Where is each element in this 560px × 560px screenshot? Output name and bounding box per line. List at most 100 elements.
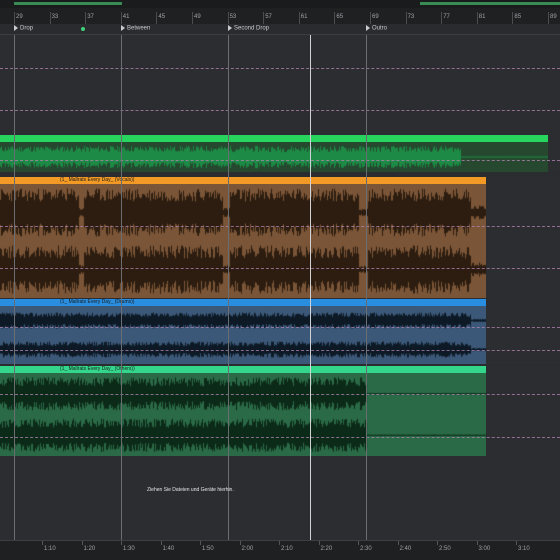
bar-number: 41 (122, 14, 130, 20)
locator-label: Between (127, 25, 151, 32)
time-tick (160, 541, 162, 545)
bar-number: 73 (407, 14, 415, 20)
track-1-lane-remainder (548, 135, 560, 172)
track-3-lane-remainder (486, 299, 560, 364)
playback-start-icon[interactable] (81, 27, 85, 31)
bar-tick (476, 12, 478, 24)
time-label: 1:20 (83, 546, 96, 552)
bar-number: 33 (51, 14, 59, 20)
time-tick (239, 541, 241, 545)
bar-tick (370, 12, 371, 24)
waveform (0, 306, 486, 364)
bar-number: 65 (336, 14, 344, 20)
locator-outro[interactable]: Outro (366, 25, 387, 32)
time-label: 2:00 (241, 546, 254, 552)
time-label: 1:30 (123, 546, 135, 552)
locator-between[interactable]: Between (121, 25, 150, 32)
time-label: 3:10 (518, 546, 530, 552)
locator-line-between (121, 35, 122, 540)
bar-number: 85 (514, 14, 522, 20)
empty-lane-bottom[interactable] (0, 456, 560, 540)
track-4-lane-remainder (486, 366, 560, 456)
clip-name: (1_ Mallrats Every Day_ (Others)) (60, 366, 135, 372)
arrangement-view: 29 33 37 41 45 49 53 57 61 65 69 73 77 81 85 89 Drop Be… (0, 0, 560, 560)
locator-flag-icon (228, 25, 232, 31)
automation-line (0, 68, 560, 69)
time-label: 2:20 (320, 546, 333, 552)
automation-line (0, 350, 560, 351)
bar-number: 37 (87, 14, 94, 20)
locator-lane[interactable]: Drop Between Second Drop Outro (0, 24, 560, 35)
track-2-lane-remainder (486, 177, 560, 298)
waveform (0, 142, 548, 172)
time-label: 3:00 (478, 546, 491, 552)
bar-tick (49, 12, 51, 24)
time-tick (397, 541, 399, 545)
automation-line (0, 394, 560, 395)
locator-label: Outro (372, 25, 388, 32)
time-label: 2:40 (399, 546, 412, 552)
time-tick (200, 541, 201, 545)
bar-number: 29 (16, 14, 23, 20)
loop-bar[interactable] (0, 0, 560, 8)
automation-line (0, 160, 560, 161)
time-tick (121, 541, 122, 545)
clip-header-track-4[interactable]: (1_ Mallrats Every Day_ (Others)) (0, 366, 486, 373)
locator-label: Drop (20, 25, 34, 32)
time-label: 2:50 (439, 546, 451, 552)
automation-line (0, 327, 560, 328)
drop-files-hint: Ziehen Sie Dateien und Geräte hierhin. (147, 487, 234, 493)
automation-line (0, 437, 560, 438)
clip-header-track-1[interactable] (0, 135, 548, 142)
clip-name: (1_ Mallrats Every Day_ (Vocals)) (60, 177, 135, 183)
empty-lane-top[interactable] (0, 35, 560, 135)
time-tick (279, 541, 280, 545)
locator-line-drop (14, 35, 15, 540)
time-label: 1:50 (202, 546, 214, 552)
bar-tick (156, 12, 158, 24)
clip-header-track-2[interactable]: (1_ Mallrats Every Day_ (Vocals)) (0, 177, 486, 184)
time-ruler[interactable]: 1:10 1:20 1:30 1:40 1:50 2:00 2:10 2:20 2:30 2:40… (0, 540, 560, 560)
bar-number: 81 (478, 14, 486, 20)
bar-number: 89 (550, 14, 557, 20)
time-tick (516, 541, 517, 545)
time-tick (81, 541, 83, 545)
locator-drop[interactable]: Drop (14, 25, 33, 32)
automation-line (0, 110, 560, 111)
bar-tick (263, 12, 265, 24)
locator-second-drop[interactable]: Second Drop (228, 25, 269, 32)
clip-header-track-3[interactable]: (1_ Mallrats Every Day_ (Drums)) (0, 299, 486, 306)
bar-number: 45 (158, 14, 166, 20)
bar-number: 57 (265, 14, 272, 20)
time-tick (42, 541, 43, 545)
automation-line (0, 268, 560, 269)
bar-tick (548, 12, 549, 24)
time-label: 1:10 (44, 546, 56, 552)
clip-name: (1_ Mallrats Every Day_ (Drums)) (60, 299, 135, 305)
bar-tick (120, 12, 122, 24)
time-tick (437, 541, 438, 545)
clip-track-4[interactable] (0, 373, 486, 456)
locator-line-outro (366, 35, 367, 540)
time-label: 1:40 (162, 546, 175, 552)
bar-tick (298, 12, 300, 24)
bar-tick (441, 12, 443, 24)
bar-tick (14, 12, 15, 24)
time-label: 2:10 (281, 546, 293, 552)
bar-tick (334, 12, 336, 24)
time-tick (358, 541, 359, 545)
bar-ruler[interactable]: 29 33 37 41 45 49 53 57 61 65 69 73 77 81 85 89 (0, 0, 560, 25)
clip-track-3[interactable] (0, 306, 486, 364)
locator-line-second-drop (228, 35, 229, 540)
locator-flag-icon (121, 25, 125, 31)
bar-tick (192, 12, 193, 24)
locator-flag-icon (366, 25, 370, 31)
clip-track-2[interactable] (0, 184, 486, 298)
waveform (0, 373, 486, 456)
bar-tick (227, 12, 229, 24)
bar-number: 53 (229, 14, 237, 20)
time-tick (476, 541, 478, 545)
clip-track-1[interactable] (0, 142, 548, 172)
time-tick (318, 541, 320, 545)
playhead[interactable] (310, 35, 311, 540)
